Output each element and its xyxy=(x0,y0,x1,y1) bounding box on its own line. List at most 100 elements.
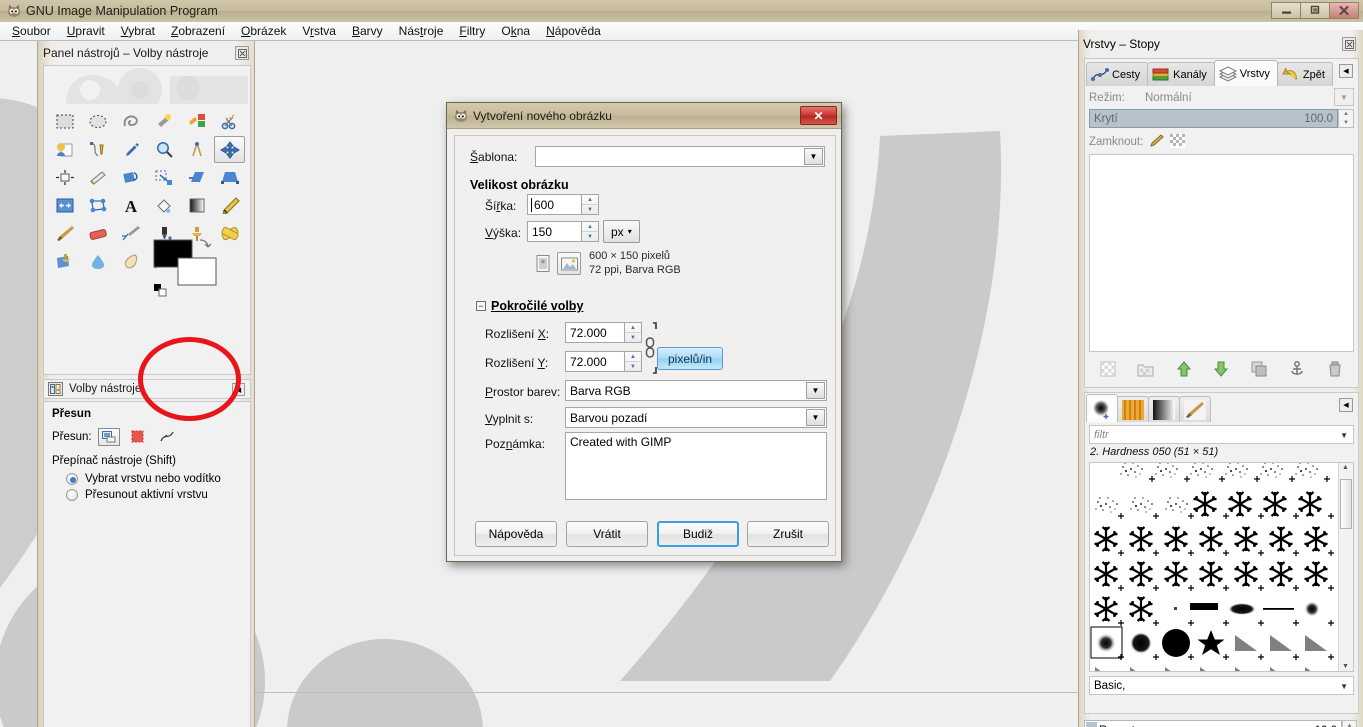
menu-upravit[interactable]: Upravit xyxy=(59,23,113,39)
tab-zpet[interactable]: Zpět xyxy=(1277,62,1333,86)
width-stepper[interactable]: ▲▼ xyxy=(582,194,599,215)
res-x-stepper[interactable]: ▲▼ xyxy=(625,322,642,343)
tool-scale[interactable] xyxy=(148,164,179,191)
brush-spacing-slider[interactable]: Rozestup 10.0 xyxy=(1084,720,1342,727)
radio-select-layer-or-guide[interactable]: Vybrat vrstvu nebo vodítko xyxy=(66,473,242,485)
tab-patterns[interactable] xyxy=(1117,396,1149,422)
advanced-options-expander[interactable]: − Pokročilé volby xyxy=(476,299,583,313)
comment-textarea[interactable]: Created with GIMP xyxy=(565,432,827,500)
res-y-input[interactable]: 72.000 xyxy=(565,351,625,372)
fill-dropdown-icon[interactable]: ▼ xyxy=(806,409,825,426)
tab-brushes[interactable] xyxy=(1086,394,1118,422)
delete-layer-icon[interactable] xyxy=(1324,359,1346,379)
height-input[interactable]: 150 xyxy=(527,221,582,242)
tool-eraser[interactable] xyxy=(82,220,113,247)
ok-button[interactable]: Budiž xyxy=(657,521,739,547)
tool-measure[interactable] xyxy=(181,136,212,163)
portrait-orientation-icon[interactable] xyxy=(531,252,555,275)
brush-grid[interactable]: ▲ ▼ xyxy=(1089,462,1354,672)
menu-soubor[interactable]: SSouboroubor xyxy=(4,23,59,39)
tool-gradient[interactable] xyxy=(181,192,212,219)
tab-kanaly[interactable]: Kanály xyxy=(1147,62,1215,86)
colorspace-dropdown-icon[interactable]: ▼ xyxy=(806,382,825,399)
foreground-background-colors[interactable] xyxy=(152,238,224,298)
toolbox-dock-close-icon[interactable] xyxy=(235,46,249,60)
new-layer-icon[interactable] xyxy=(1097,359,1119,379)
tool-shear[interactable] xyxy=(181,164,212,191)
fill-combo[interactable]: Barvou pozadí ▼ xyxy=(565,407,827,428)
move-layer-icon[interactable] xyxy=(98,428,120,446)
tool-flip[interactable] xyxy=(49,192,80,219)
tool-move[interactable] xyxy=(214,136,245,163)
anchor-layer-icon[interactable] xyxy=(1286,359,1308,379)
res-y-stepper[interactable]: ▲▼ xyxy=(625,351,642,372)
res-x-input[interactable]: 72.000 xyxy=(565,322,625,343)
tool-color-picker[interactable] xyxy=(115,136,146,163)
brush-spacing-stepper[interactable]: ▲▼ xyxy=(1342,720,1357,727)
colorspace-combo[interactable]: Barva RGB ▼ xyxy=(565,380,827,401)
menu-nastroje[interactable]: Nástroje xyxy=(391,23,452,39)
brush-list-caret-icon[interactable]: ▼ xyxy=(1340,682,1348,691)
tool-paintbrush[interactable] xyxy=(49,220,80,247)
brush-scroll-up-icon[interactable]: ▲ xyxy=(1342,464,1349,471)
tool-free-select[interactable] xyxy=(115,108,146,135)
menu-barvy[interactable]: Barvy xyxy=(344,23,391,39)
duplicate-layer-icon[interactable] xyxy=(1248,359,1270,379)
tool-fuzzy-select[interactable] xyxy=(148,108,179,135)
tool-text[interactable]: A xyxy=(115,192,146,219)
tool-ellipse-select[interactable] xyxy=(82,108,113,135)
brush-filter-caret-icon[interactable]: ▼ xyxy=(1340,431,1348,440)
brush-filter-row[interactable]: filtr ▼ xyxy=(1089,425,1354,444)
tool-crop[interactable] xyxy=(82,164,113,191)
layer-opacity-stepper[interactable]: ▲▼ xyxy=(1338,109,1354,128)
raise-layer-icon[interactable] xyxy=(1173,359,1195,379)
lock-pixels-icon[interactable] xyxy=(1149,134,1164,151)
menu-zobrazeni[interactable]: Zobrazení xyxy=(163,23,233,39)
close-button[interactable] xyxy=(1329,2,1359,19)
tool-airbrush[interactable] xyxy=(115,220,146,247)
tab-paint-dynamics[interactable] xyxy=(1179,396,1211,422)
minimize-button[interactable] xyxy=(1271,2,1301,19)
brushes-tab-menu-icon[interactable]: ◀ xyxy=(1339,398,1353,412)
maximize-button[interactable] xyxy=(1300,2,1330,19)
tool-foreground-select[interactable] xyxy=(49,136,80,163)
right-dock-close-icon[interactable] xyxy=(1342,37,1356,51)
lock-alpha-icon[interactable] xyxy=(1170,134,1185,151)
tool-perspective[interactable] xyxy=(214,164,245,191)
menu-okna[interactable]: Okna xyxy=(493,23,538,39)
tool-align[interactable] xyxy=(49,164,80,191)
layers-list[interactable] xyxy=(1089,154,1354,352)
tool-blur-sharpen[interactable] xyxy=(82,248,113,275)
tool-cage-transform[interactable] xyxy=(82,192,113,219)
tool-smudge[interactable] xyxy=(115,248,146,275)
tool-select-by-color[interactable] xyxy=(181,108,212,135)
menu-vrstva[interactable]: Vrstva xyxy=(294,23,344,39)
size-unit-dropdown[interactable]: px ▾ xyxy=(603,220,640,243)
tab-cesty[interactable]: Cesty xyxy=(1086,62,1148,86)
brush-scroll-thumb[interactable] xyxy=(1340,479,1352,529)
tool-bucket-fill[interactable] xyxy=(148,192,179,219)
brush-grid-scrollbar[interactable]: ▲ ▼ xyxy=(1338,463,1353,671)
tool-paths[interactable] xyxy=(82,136,113,163)
radio-move-active-layer[interactable]: Přesunout aktivní vrstvu xyxy=(66,489,242,501)
tool-scissors-select[interactable] xyxy=(214,108,245,135)
layer-opacity-slider[interactable]: Krytí 100.0 xyxy=(1089,109,1338,128)
brush-list-selector[interactable]: Basic, ▼ xyxy=(1089,676,1354,695)
layers-tab-menu-icon[interactable]: ◀ xyxy=(1339,64,1353,78)
tool-pencil[interactable] xyxy=(214,192,245,219)
tool-rect-select[interactable] xyxy=(49,108,80,135)
template-combo[interactable]: ▼ xyxy=(535,146,825,167)
tool-rotate[interactable] xyxy=(115,164,146,191)
template-dropdown-icon[interactable]: ▼ xyxy=(804,148,823,165)
brush-scroll-down-icon[interactable]: ▼ xyxy=(1342,663,1349,670)
move-path-icon[interactable] xyxy=(156,425,180,448)
menu-vybrat[interactable]: Vybrat xyxy=(113,23,163,39)
resolution-unit-tooltip[interactable]: pixelů/in xyxy=(657,347,723,370)
lower-layer-icon[interactable] xyxy=(1210,359,1232,379)
width-input[interactable]: 600 xyxy=(527,194,582,215)
layer-mode-dropdown-icon[interactable]: ▼ xyxy=(1334,88,1354,106)
landscape-orientation-icon[interactable] xyxy=(557,252,581,275)
reset-button[interactable]: Vrátit xyxy=(566,521,648,547)
chain-linked-icon[interactable] xyxy=(643,321,657,375)
height-stepper[interactable]: ▲▼ xyxy=(582,221,599,242)
